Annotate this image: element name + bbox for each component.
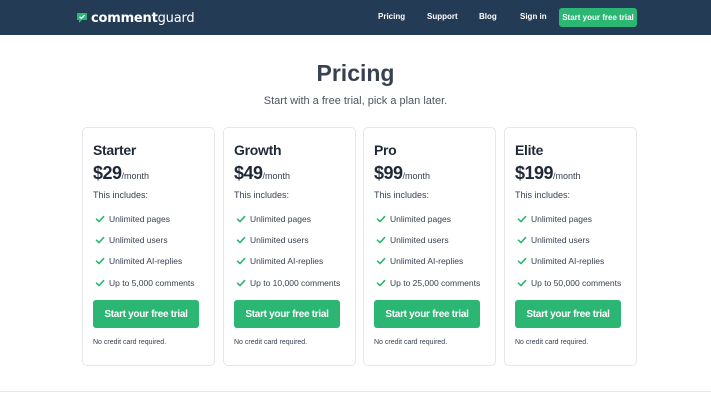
start-trial-button-elite[interactable]: Start your free trial [515,300,621,328]
feature-text: Unlimited users [390,234,449,245]
check-icon [236,215,246,223]
plan-name: Starter [93,142,137,158]
check-icon [517,279,527,286]
feature-item: Unlimited AI-replies [234,251,354,272]
price-period: /month [262,171,291,181]
price-amount: $199 [515,163,554,183]
start-trial-button-pro[interactable]: Start your free trial [374,300,480,328]
feature-item: Unlimited AI-replies [515,251,635,272]
check-icon [236,279,246,286]
logo-text-part2: guard [157,10,195,26]
price-amount: $99 [374,163,403,183]
feature-text: Unlimited pages [109,213,170,224]
no-credit-card-note: No credit card required. [374,339,448,346]
no-credit-card-note: No credit card required. [93,339,167,346]
feature-text: Unlimited users [531,234,590,245]
feature-item: Unlimited users [93,229,213,250]
plan-price: $29/month [93,163,149,184]
price-period: /month [402,171,431,181]
no-credit-card-note: No credit card required. [234,339,308,346]
check-icon [517,215,527,223]
check-icon [95,215,105,223]
price-amount: $29 [93,163,122,183]
check-icon [376,279,386,286]
check-icon [95,258,105,265]
includes-label: This includes: [234,190,290,200]
feature-text: Up to 50,000 comments [531,277,622,288]
pricing-card-growth: Growth $49/month This includes: Unlimited p… [223,127,356,366]
no-credit-card-note: No credit card required. [515,339,589,346]
price-period: /month [553,171,581,181]
plan-name: Elite [515,142,544,158]
price-amount: $49 [234,163,263,183]
nav-link-blog[interactable]: Blog [479,12,497,21]
logo-icon [77,13,87,23]
includes-label: This includes: [374,190,430,200]
plan-price: $199/month [515,163,581,184]
feature-text: Unlimited users [250,234,309,245]
plan-price: $99/month [374,163,430,184]
feature-list: Unlimited pages Unlimited users Unlimited … [515,208,635,293]
feature-item: Unlimited pages [234,208,354,229]
includes-label: This includes: [515,190,571,200]
includes-label: This includes: [93,190,149,200]
feature-text: Unlimited pages [250,213,311,224]
pricing-card-pro: Pro $99/month This includes: Unlimited page… [363,127,496,366]
feature-list: Unlimited pages Unlimited users Unlimited … [234,208,354,293]
feature-item: Unlimited AI-replies [374,251,494,272]
logo-text: commentguard [91,10,195,26]
bottom-divider [0,391,711,392]
feature-text: Up to 10,000 comments [250,277,341,288]
price-period: /month [121,171,150,181]
logo-text-part1: comment [91,10,158,26]
feature-list: Unlimited pages Unlimited users Unlimited … [374,208,494,293]
check-icon [236,258,246,265]
feature-text: Unlimited AI-replies [390,256,464,267]
feature-item: Unlimited users [374,229,494,250]
feature-text: Up to 25,000 comments [390,277,481,288]
feature-item: Up to 25,000 comments [374,272,494,293]
page-title: Pricing [316,60,395,86]
check-icon [376,215,386,223]
nav-start-trial-button[interactable]: Start your free trial [559,8,637,27]
nav-link-pricing[interactable]: Pricing [378,12,405,21]
check-icon [95,279,105,286]
check-icon [236,236,246,244]
nav-link-support[interactable]: Support [427,12,458,21]
feature-item: Unlimited AI-replies [93,251,213,272]
logo[interactable]: commentguard [76,9,195,27]
plan-name: Pro [374,142,397,158]
feature-text: Up to 5,000 comments [109,277,195,288]
plan-price: $49/month [234,163,290,184]
nav-link-sign-in[interactable]: Sign in [520,12,547,21]
feature-text: Unlimited AI-replies [109,256,183,267]
page-subtitle: Start with a free trial, pick a plan lat… [263,95,448,107]
check-icon [376,258,386,265]
feature-item: Unlimited users [234,229,354,250]
feature-item: Unlimited pages [515,208,635,229]
feature-item: Unlimited pages [374,208,494,229]
feature-text: Unlimited users [109,234,168,245]
feature-item: Unlimited pages [93,208,213,229]
plan-name: Growth [234,142,282,158]
check-icon [517,258,527,265]
feature-text: Unlimited pages [390,213,451,224]
top-navbar: commentguard Pricing Support Blog Sign i… [0,0,711,35]
check-icon [376,236,386,244]
feature-item: Unlimited users [515,229,635,250]
feature-list: Unlimited pages Unlimited users Unlimited … [93,208,213,293]
pricing-card-elite: Elite $199/month This includes: Unlimited p… [504,127,637,366]
pricing-card-starter: Starter $29/month This includes: Unlimited … [82,127,215,366]
start-trial-button-growth[interactable]: Start your free trial [234,300,340,328]
check-icon [517,236,527,244]
feature-item: Up to 50,000 comments [515,272,635,293]
check-icon [95,236,105,244]
start-trial-button-starter[interactable]: Start your free trial [93,300,199,328]
feature-item: Up to 10,000 comments [234,272,354,293]
feature-item: Up to 5,000 comments [93,272,213,293]
feature-text: Unlimited AI-replies [250,256,324,267]
feature-text: Unlimited pages [531,213,592,224]
feature-text: Unlimited AI-replies [531,256,605,267]
